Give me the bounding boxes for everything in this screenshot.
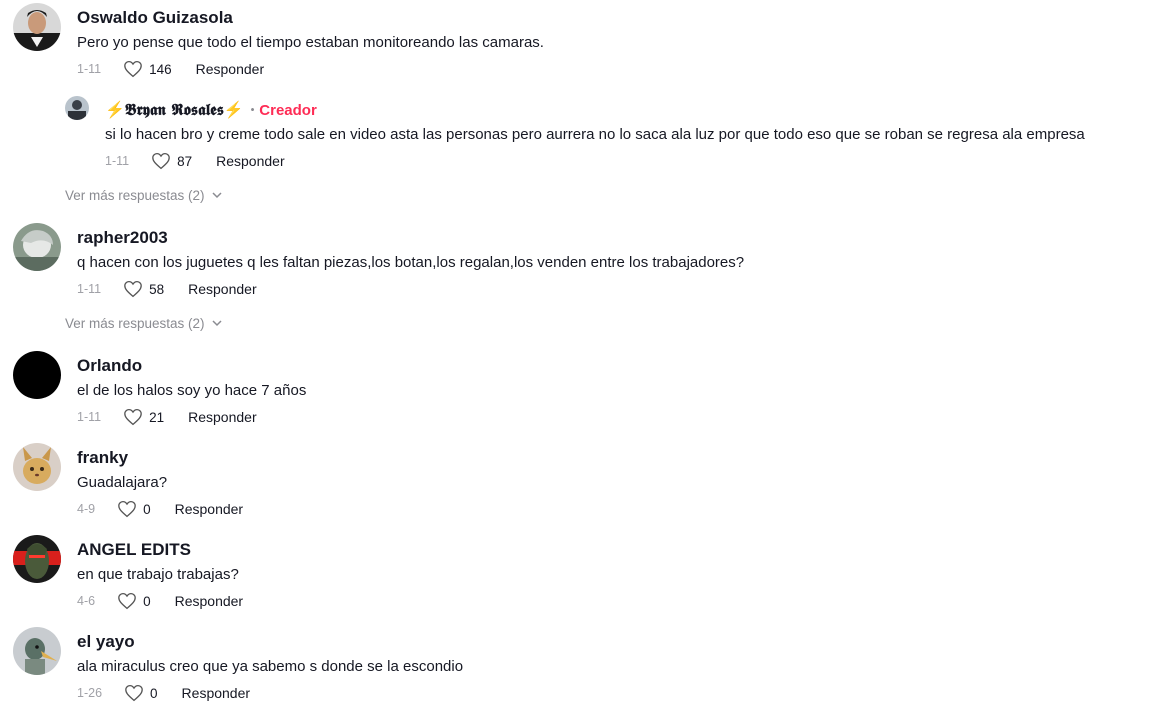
comment-date: 1-11 bbox=[77, 282, 102, 296]
comment-actions: 4-9 0 Responder bbox=[77, 500, 243, 518]
comment-date: 1-26 bbox=[77, 686, 103, 700]
comment-text: si lo hacen bro y creme todo sale en vid… bbox=[105, 126, 1085, 143]
comment-text: el de los halos soy yo hace 7 años bbox=[77, 382, 307, 399]
reply-button[interactable]: Responder bbox=[196, 61, 265, 77]
view-more-replies[interactable]: Ver más respuestas (2) bbox=[65, 188, 222, 203]
view-more-label: Ver más respuestas (2) bbox=[65, 316, 205, 331]
reply-button[interactable]: Responder bbox=[182, 685, 251, 701]
reply-button[interactable]: Responder bbox=[216, 153, 285, 169]
heart-outline-icon bbox=[124, 60, 142, 78]
comment-text: en que trabajo trabajas? bbox=[77, 566, 239, 583]
reply-button[interactable]: Responder bbox=[188, 409, 257, 425]
reply-button[interactable]: Responder bbox=[188, 281, 257, 297]
username[interactable]: ⚡𝕭𝖗𝖞𝖆𝖓 𝕽𝖔𝖘𝖆𝖑𝖊𝖘⚡ bbox=[105, 100, 244, 119]
like-button[interactable]: 0 bbox=[124, 684, 158, 702]
like-count: 58 bbox=[149, 281, 165, 297]
heart-outline-icon bbox=[118, 592, 136, 610]
creator-badge: Creador bbox=[259, 102, 317, 119]
username[interactable]: ANGEL EDITS bbox=[77, 540, 191, 560]
like-button[interactable]: 58 bbox=[123, 280, 164, 298]
avatar[interactable] bbox=[13, 627, 61, 675]
username-line: ⚡𝕭𝖗𝖞𝖆𝖓 𝕽𝖔𝖘𝖆𝖑𝖊𝖘⚡ · Creador bbox=[105, 100, 317, 120]
username[interactable]: Orlando bbox=[77, 356, 142, 376]
comment-date: 1-11 bbox=[105, 154, 130, 168]
reply-button[interactable]: Responder bbox=[175, 501, 244, 517]
avatar[interactable] bbox=[13, 223, 61, 271]
like-count: 87 bbox=[177, 153, 193, 169]
username[interactable]: rapher2003 bbox=[77, 228, 168, 248]
comment-actions: 1-11 58 Responder bbox=[77, 280, 257, 298]
like-count: 0 bbox=[150, 685, 158, 701]
username[interactable]: el yayo bbox=[77, 632, 135, 652]
heart-outline-icon bbox=[152, 152, 170, 170]
chevron-down-icon bbox=[212, 192, 222, 199]
comment-actions: 1-11 87 Responder bbox=[105, 152, 285, 170]
heart-outline-icon bbox=[118, 500, 136, 518]
like-count: 21 bbox=[149, 409, 165, 425]
avatar[interactable] bbox=[13, 351, 61, 399]
comment-date: 1-11 bbox=[77, 62, 102, 76]
comment-date: 4-6 bbox=[77, 594, 96, 608]
avatar[interactable] bbox=[13, 443, 61, 491]
comment-date: 4-9 bbox=[77, 502, 96, 516]
heart-outline-icon bbox=[124, 280, 142, 298]
heart-outline-icon bbox=[125, 684, 143, 702]
heart-outline-icon bbox=[124, 408, 142, 426]
separator-dot: · bbox=[249, 100, 256, 119]
view-more-label: Ver más respuestas (2) bbox=[65, 188, 205, 203]
like-count: 0 bbox=[143, 593, 151, 609]
comment-actions: 1-11 21 Responder bbox=[77, 408, 257, 426]
like-count: 146 bbox=[149, 61, 172, 77]
like-button[interactable]: 21 bbox=[123, 408, 164, 426]
like-button[interactable]: 87 bbox=[151, 152, 192, 170]
comment-actions: 1-26 0 Responder bbox=[77, 684, 250, 702]
avatar[interactable] bbox=[65, 96, 89, 120]
like-button[interactable]: 146 bbox=[123, 60, 172, 78]
comment-date: 1-11 bbox=[77, 410, 102, 424]
comment-actions: 1-11 146 Responder bbox=[77, 60, 264, 78]
comment-text: Guadalajara? bbox=[77, 474, 168, 491]
chevron-down-icon bbox=[212, 320, 222, 327]
like-button[interactable]: 0 bbox=[117, 500, 151, 518]
reply-button[interactable]: Responder bbox=[175, 593, 244, 609]
view-more-replies[interactable]: Ver más respuestas (2) bbox=[65, 316, 222, 331]
comment-text: q hacen con los juguetes q les faltan pi… bbox=[77, 254, 745, 271]
like-count: 0 bbox=[143, 501, 151, 517]
username[interactable]: franky bbox=[77, 448, 128, 468]
comment-text: Pero yo pense que todo el tiempo estaban… bbox=[77, 34, 544, 51]
avatar[interactable] bbox=[13, 535, 61, 583]
avatar[interactable] bbox=[13, 3, 61, 51]
comment-actions: 4-6 0 Responder bbox=[77, 592, 243, 610]
username[interactable]: Oswaldo Guizasola bbox=[77, 8, 233, 28]
comment-text: ala miraculus creo que ya sabemo s donde… bbox=[77, 658, 464, 675]
like-button[interactable]: 0 bbox=[117, 592, 151, 610]
